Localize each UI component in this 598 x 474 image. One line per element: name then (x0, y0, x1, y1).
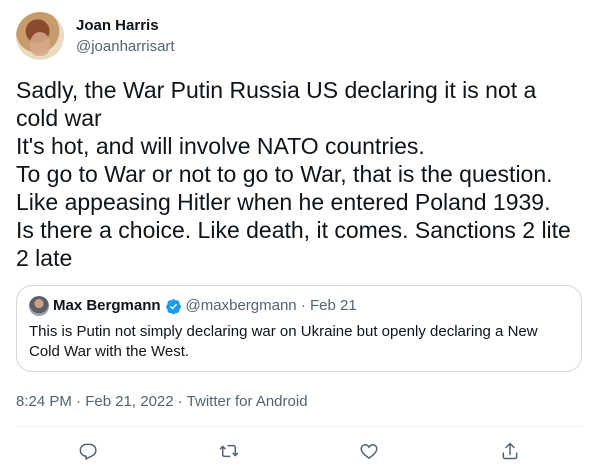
author-name[interactable]: Joan Harris (76, 16, 175, 36)
meta-separator: · (300, 297, 306, 314)
divider (16, 426, 582, 427)
avatar[interactable] (16, 12, 64, 60)
author-handle[interactable]: @joanharrisart (76, 37, 175, 57)
tweet-header: Joan Harris @joanharrisart (16, 12, 175, 60)
retweet-icon (219, 444, 239, 458)
quoted-tweet[interactable]: Max Bergmann @maxbergmann · Feb 21 This … (16, 285, 582, 372)
quoted-date: Feb 21 (309, 297, 357, 314)
reply-button[interactable] (73, 436, 103, 466)
quoted-avatar (29, 296, 49, 316)
like-icon (360, 444, 378, 459)
quoted-author-name: Max Bergmann (53, 297, 161, 314)
share-button[interactable] (495, 436, 525, 466)
verified-badge-icon (165, 298, 181, 314)
quoted-text: This is Putin not simply declaring war o… (29, 323, 538, 360)
like-button[interactable] (354, 436, 384, 466)
quoted-author-handle: @maxbergmann (185, 297, 297, 314)
quoted-tweet-header: Max Bergmann @maxbergmann · Feb 21 (29, 296, 569, 316)
tweet-text: Sadly, the War Putin Russia US declaring… (16, 77, 571, 271)
author-block: Joan Harris @joanharrisart (76, 16, 175, 57)
retweet-button[interactable] (214, 436, 244, 466)
tweet-timestamp[interactable]: 8:24 PM · Feb 21, 2022 · Twitter for And… (16, 392, 308, 412)
action-bar (0, 436, 598, 466)
reply-icon (79, 443, 97, 460)
share-icon (502, 442, 518, 460)
